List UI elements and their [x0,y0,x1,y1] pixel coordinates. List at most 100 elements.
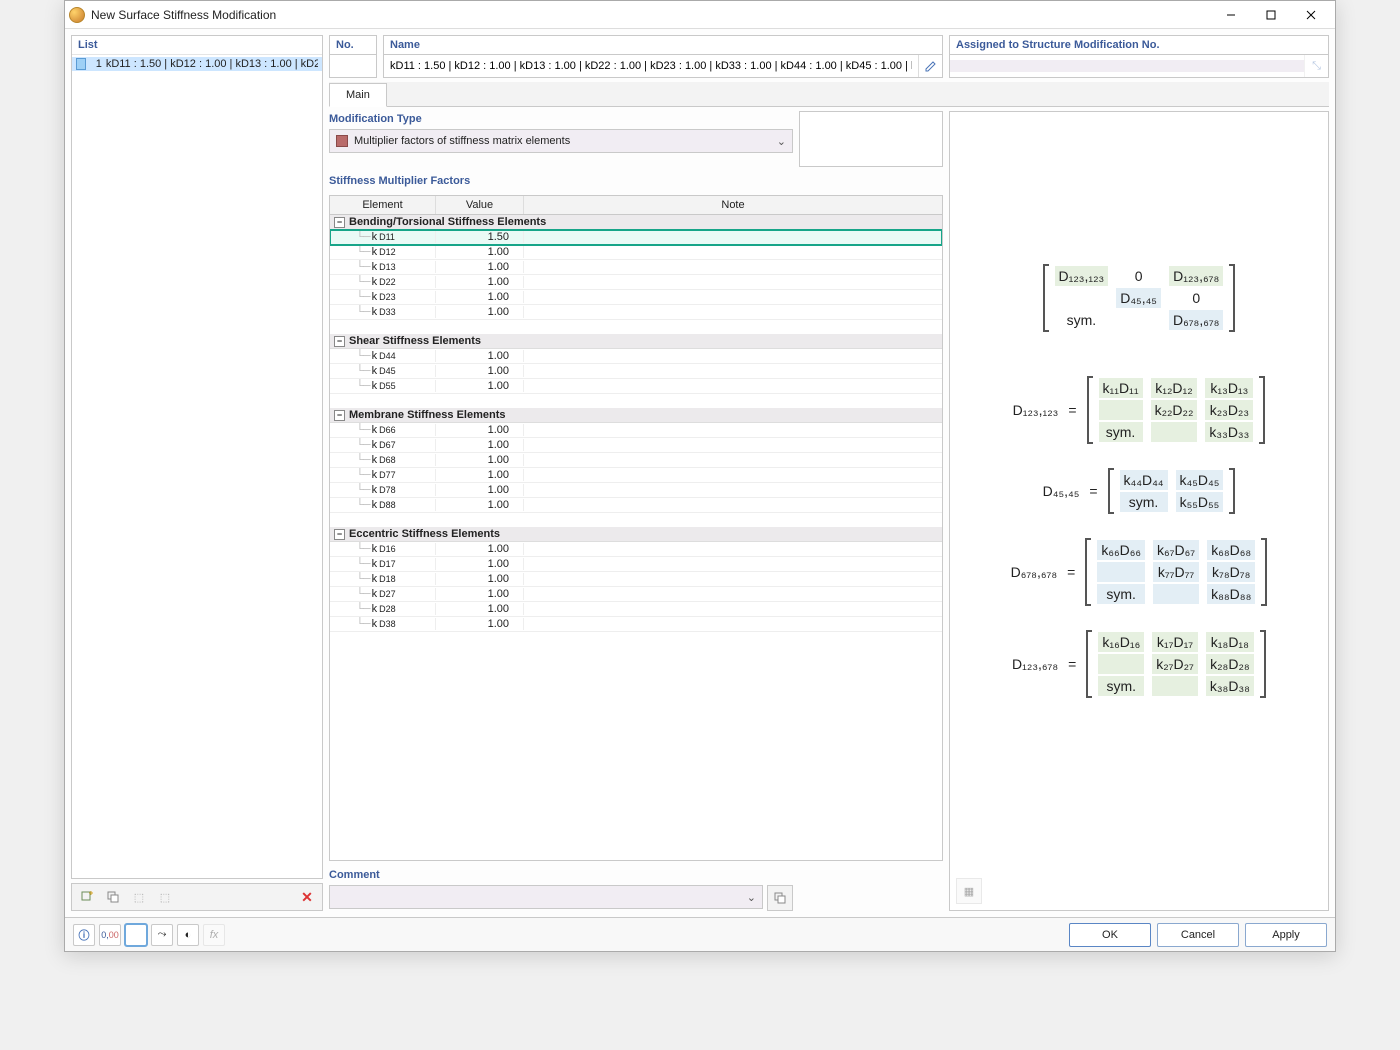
grid-group-header[interactable]: −Membrane Stiffness Elements [330,408,942,423]
cell-element: └─ kD12 [330,246,436,258]
matrix-cell: D₁₂₃,₁₂₃ [1055,266,1109,286]
tab-main[interactable]: Main [329,83,387,107]
table-row[interactable]: └─ kD781.00 [330,483,942,498]
cancel-button[interactable]: Cancel [1157,923,1239,947]
table-row[interactable]: └─ kD281.00 [330,602,942,617]
cell-element: └─ kD22 [330,276,436,288]
table-row[interactable]: └─ kD551.00 [330,379,942,394]
bb-help-button[interactable]: ⓘ [73,924,95,946]
grid-body[interactable]: −Bending/Torsional Stiffness Elements└─ … [330,215,942,860]
table-row[interactable]: └─ kD161.00 [330,542,942,557]
app-icon [69,7,85,23]
table-row[interactable]: └─ kD771.00 [330,468,942,483]
matrix-cell: D₁₂₃,₆₇₈ [1169,266,1224,286]
table-row[interactable]: └─ kD221.00 [330,275,942,290]
bb-misc-button[interactable]: ◐ [177,924,199,946]
cell-value[interactable]: 1.00 [436,469,524,481]
close-button[interactable] [1291,3,1331,27]
collapse-icon[interactable]: − [334,217,345,228]
table-row[interactable]: └─ kD131.00 [330,260,942,275]
list-item[interactable]: 1 kD11 : 1.50 | kD12 : 1.00 | kD13 : 1.0… [72,57,322,71]
table-row[interactable]: └─ kD181.00 [330,572,942,587]
cell-value[interactable]: 1.00 [436,558,524,570]
matrix-cell: k₁₃D₁₃ [1205,378,1253,398]
matrix-cell: k₄₅D₄₅ [1176,470,1224,490]
table-row[interactable]: └─ kD451.00 [330,364,942,379]
cell-value[interactable]: 1.50 [436,231,524,243]
apply-button[interactable]: Apply [1245,923,1327,947]
list-panel: List 1 kD11 : 1.50 | kD12 : 1.00 | kD13 … [71,35,323,879]
matrix-cell [1116,310,1161,330]
modtype-combo[interactable]: Multiplier factors of stiffness matrix e… [329,129,793,153]
table-row[interactable]: └─ kD661.00 [330,423,942,438]
table-row[interactable]: └─ kD671.00 [330,438,942,453]
cell-value[interactable]: 1.00 [436,261,524,273]
cell-element: └─ kD66 [330,424,436,436]
cell-value[interactable]: 1.00 [436,499,524,511]
ok-button[interactable]: OK [1069,923,1151,947]
comment-combo[interactable]: ⌄ [329,885,763,909]
table-row[interactable]: └─ kD111.50 [330,230,942,245]
cell-value[interactable]: 1.00 [436,588,524,600]
grid-group-header[interactable]: −Eccentric Stiffness Elements [330,527,942,542]
table-row[interactable]: └─ kD231.00 [330,290,942,305]
bb-tree-button[interactable]: ⤳ [151,924,173,946]
matrix-cell [1151,422,1198,442]
collapse-icon[interactable]: − [334,410,345,421]
matrix-cell [1152,676,1198,696]
table-row[interactable]: └─ kD441.00 [330,349,942,364]
grid-group-header[interactable]: −Shear Stiffness Elements [330,334,942,349]
edit-name-button[interactable] [918,55,942,77]
chevron-down-icon: ⌄ [747,891,756,904]
grid-group-header[interactable]: −Bending/Torsional Stiffness Elements [330,215,942,230]
cell-element: └─ kD78 [330,484,436,496]
cell-value[interactable]: 1.00 [436,454,524,466]
cell-value[interactable]: 1.00 [436,484,524,496]
col-value: Value [436,196,524,214]
table-row[interactable]: └─ kD271.00 [330,587,942,602]
matrix-cell: k₁₈D₁₈ [1206,632,1254,652]
tabs: Main [329,82,1329,107]
cell-value[interactable]: 1.00 [436,276,524,288]
pick-assign-button[interactable]: ⤡ [1304,55,1328,77]
minimize-button[interactable] [1211,3,1251,27]
cell-value[interactable]: 1.00 [436,424,524,436]
name-input[interactable] [384,60,918,72]
table-row[interactable]: └─ kD171.00 [330,557,942,572]
cell-value[interactable]: 1.00 [436,365,524,377]
maximize-button[interactable] [1251,3,1291,27]
matrix-cell: sym. [1098,676,1144,696]
cell-value[interactable]: 1.00 [436,439,524,451]
collapse-icon[interactable]: − [334,529,345,540]
cell-value[interactable]: 1.00 [436,573,524,585]
cell-value[interactable]: 1.00 [436,603,524,615]
table-row[interactable]: └─ kD331.00 [330,305,942,320]
new-item-button[interactable] [76,886,98,908]
cell-value[interactable]: 1.00 [436,306,524,318]
list-body[interactable]: 1 kD11 : 1.50 | kD12 : 1.00 | kD13 : 1.0… [72,55,322,878]
cell-value[interactable]: 1.00 [436,246,524,258]
cell-value[interactable]: 1.00 [436,350,524,362]
copy-item-button[interactable] [102,886,124,908]
table-row[interactable]: └─ kD121.00 [330,245,942,260]
name-field: Name [383,35,943,78]
collapse-icon[interactable]: − [334,336,345,347]
table-row[interactable]: └─ kD681.00 [330,453,942,468]
cell-value[interactable]: 1.00 [436,543,524,555]
bb-units-button[interactable]: 0,00 [99,924,121,946]
cell-value[interactable]: 1.00 [436,618,524,630]
comment-pick-button[interactable] [767,885,793,911]
matrix-cell: k₁₆D₁₆ [1098,632,1144,652]
table-row[interactable]: └─ kD381.00 [330,617,942,632]
delete-item-button[interactable]: ✕ [296,886,318,908]
cell-value[interactable]: 1.00 [436,291,524,303]
bb-view-button[interactable] [125,924,147,946]
formula-panel: D₁₂₃,₁₂₃0D₁₂₃,₆₇₈D₄₅,₄₅0sym.D₆₇₈,₆₇₈ D₁₂… [949,111,1329,911]
table-row[interactable]: └─ kD881.00 [330,498,942,513]
matrix-cell: k₁₁D₁₁ [1099,378,1143,398]
matrix-cell: sym. [1099,422,1143,442]
cell-value[interactable]: 1.00 [436,380,524,392]
list-toolbar: ⬚ ⬚ ✕ [71,883,323,911]
assigned-input[interactable] [950,60,1304,72]
factors-label: Stiffness Multiplier Factors [329,173,943,189]
